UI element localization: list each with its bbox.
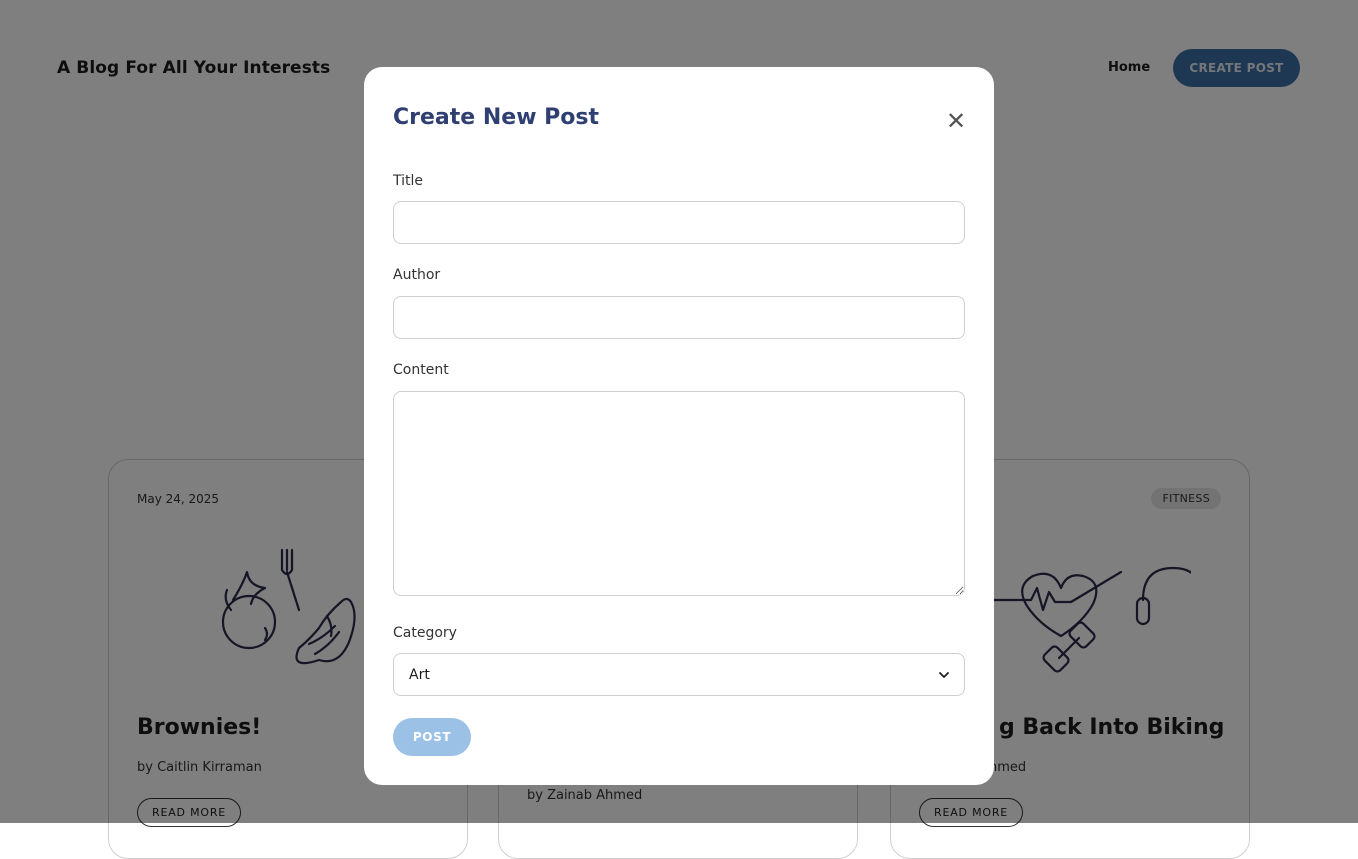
post-button[interactable]: POST (393, 718, 471, 756)
title-input[interactable] (393, 201, 965, 244)
category-label: Category (393, 625, 457, 641)
content-textarea[interactable] (393, 391, 965, 596)
author-input[interactable] (393, 296, 965, 339)
content-label: Content (393, 362, 449, 378)
category-select[interactable]: Art (393, 653, 965, 696)
create-post-modal: Create New Post ✕ Title Author Content C… (364, 67, 994, 785)
close-icon[interactable]: ✕ (942, 107, 970, 135)
category-selected-value: Art (409, 666, 430, 683)
modal-title: Create New Post (393, 105, 600, 130)
author-label: Author (393, 267, 441, 283)
chevron-down-icon (939, 671, 949, 678)
title-label: Title (393, 173, 424, 189)
